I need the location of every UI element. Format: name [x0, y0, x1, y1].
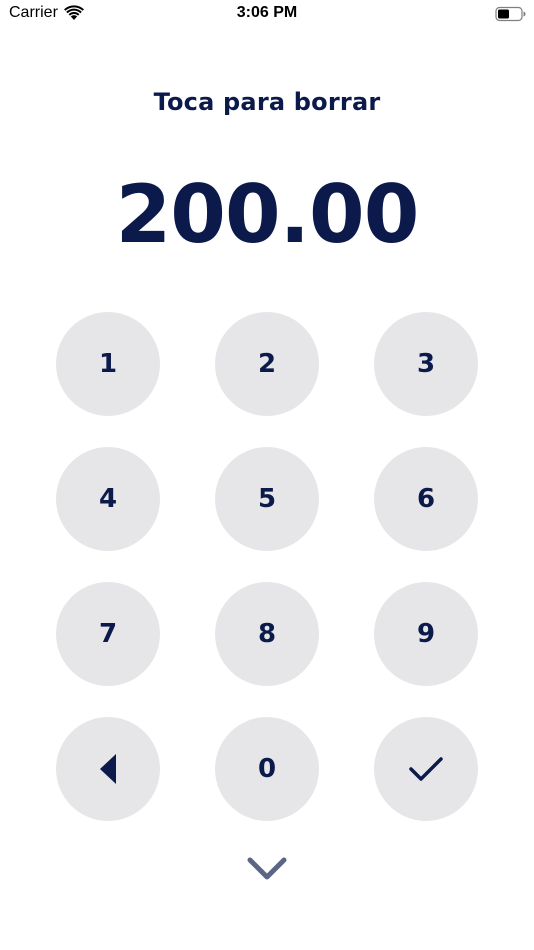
checkmark-icon [409, 757, 443, 781]
page-title[interactable]: Toca para borrar [0, 88, 534, 116]
status-bar: Carrier 3:06 PM [0, 0, 534, 30]
status-time: 3:06 PM [236, 4, 298, 21]
triangle-left-icon [100, 754, 116, 784]
key-9[interactable]: 9 [374, 582, 478, 686]
key-5[interactable]: 5 [215, 447, 319, 551]
key-0[interactable]: 0 [215, 717, 319, 821]
key-1[interactable]: 1 [56, 312, 160, 416]
chevron-down-icon [247, 857, 287, 880]
key-6[interactable]: 6 [374, 447, 478, 551]
key-3[interactable]: 3 [374, 312, 478, 416]
key-7[interactable]: 7 [56, 582, 160, 686]
backspace-button[interactable] [56, 717, 160, 821]
key-4[interactable]: 4 [56, 447, 160, 551]
key-8[interactable]: 8 [215, 582, 319, 686]
key-2[interactable]: 2 [215, 312, 319, 416]
confirm-button[interactable] [374, 717, 478, 821]
dismiss-button[interactable] [246, 852, 288, 886]
amount-display[interactable]: 200.00 [0, 168, 534, 261]
battery-icon [495, 6, 526, 22]
